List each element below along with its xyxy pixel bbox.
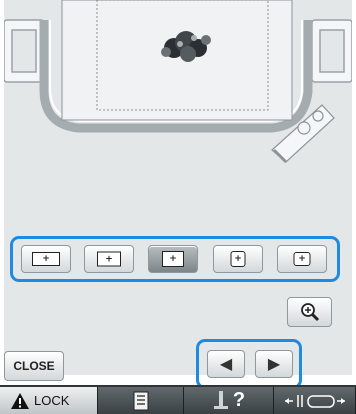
close-button[interactable]: CLOSE (4, 351, 64, 381)
checklist-button[interactable] (98, 387, 184, 414)
frame-plus-icon: + (162, 251, 184, 267)
frame-move-icon (284, 394, 345, 408)
arrow-left-icon: ◀ (219, 356, 233, 373)
right-frame-bracket (311, 19, 352, 83)
frame-button-5[interactable]: + (277, 245, 327, 273)
frame-plus-icon: + (230, 251, 246, 267)
frame-button-2[interactable]: + (84, 245, 134, 273)
warning-icon (11, 392, 29, 409)
navigation-arrows: ◀ ▶ (196, 339, 302, 389)
lock-label: LOCK (34, 393, 70, 408)
frame-button-4[interactable]: + (213, 245, 263, 273)
frame-type-selector: + + + + + (10, 236, 340, 282)
bottom-toolbar: LOCK ? (0, 385, 356, 414)
help-icon: ? (232, 389, 246, 411)
magnifier-plus-icon (300, 303, 319, 322)
frame-move-button[interactable] (274, 387, 356, 414)
lock-button[interactable]: LOCK (0, 387, 98, 414)
zoom-button[interactable] (287, 297, 332, 327)
thread-help-button[interactable]: ? (184, 387, 274, 414)
frame-button-3[interactable]: + (148, 245, 198, 273)
frame-plus-icon: + (293, 252, 311, 266)
frame-button-1[interactable]: + (21, 245, 71, 273)
frame-plus-icon: + (32, 252, 60, 266)
arrow-left-button[interactable]: ◀ (207, 350, 245, 378)
arrow-right-button[interactable]: ▶ (255, 350, 293, 378)
thread-spool-icon (213, 390, 228, 409)
left-frame-bracket (4, 19, 45, 83)
frame-plus-icon: + (97, 251, 121, 267)
embroidery-frame-preview (4, 0, 352, 164)
checklist-icon (133, 391, 148, 410)
arrow-right-icon: ▶ (267, 356, 281, 373)
